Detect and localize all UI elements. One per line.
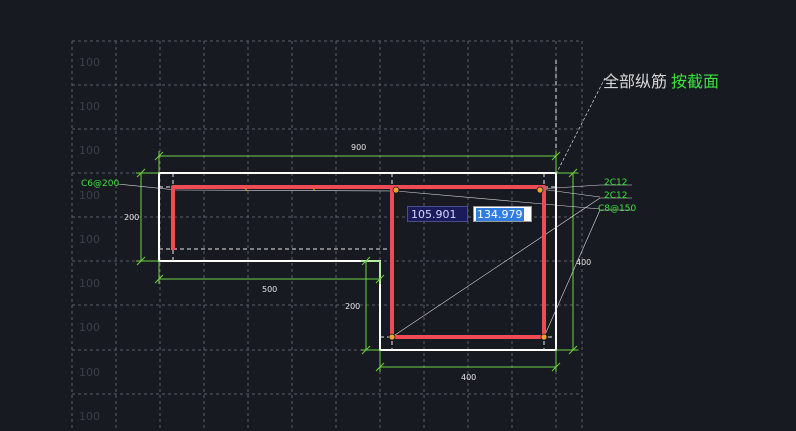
grid-label: 100 bbox=[79, 233, 100, 246]
drawing-canvas[interactable]: 100 100 100 100 100 100 100 100 100 900 … bbox=[0, 0, 796, 431]
background-grid bbox=[71, 40, 583, 431]
label-right-top-1: 2C12 bbox=[604, 178, 627, 188]
prompt-text: 全部纵筋 bbox=[603, 72, 668, 91]
dim-left-height: 200 bbox=[124, 213, 139, 222]
prompt-leader bbox=[555, 77, 606, 175]
grid-label: 100 bbox=[79, 100, 100, 113]
rebar-stirrup-left[interactable] bbox=[171, 185, 392, 250]
grid-label: 100 bbox=[79, 366, 100, 379]
grid-label: 100 bbox=[79, 56, 100, 69]
dim-step-height: 200 bbox=[345, 302, 360, 311]
grid-label: 100 bbox=[79, 321, 100, 334]
dimension-texts: 900 200 500 200 400 400 bbox=[124, 143, 591, 382]
grid-row-labels: 100 100 100 100 100 100 100 100 100 bbox=[79, 56, 100, 423]
command-prompt: 全部纵筋 按截面 bbox=[603, 68, 719, 92]
grid-label: 100 bbox=[79, 144, 100, 157]
label-left-stirrup: C6@200 bbox=[81, 179, 119, 189]
grid-label: 100 bbox=[79, 277, 100, 290]
coordinate-y-input[interactable]: 134.979 bbox=[473, 206, 532, 222]
label-right-stirrup: C8@150 bbox=[598, 204, 636, 214]
dim-bottom-width: 400 bbox=[461, 373, 476, 382]
coordinate-y-selected-text: 134.979 bbox=[476, 208, 524, 221]
prompt-option-by-section[interactable]: 按截面 bbox=[671, 72, 719, 91]
label-right-top-2: 2C12 bbox=[604, 191, 627, 201]
rebar-labels: C6@200 2C12 2C12 C8@150 bbox=[81, 178, 636, 214]
dim-top-width: 900 bbox=[351, 143, 366, 152]
dim-lower-width: 500 bbox=[262, 285, 277, 294]
section-outline[interactable] bbox=[158, 172, 557, 351]
coordinate-x-input[interactable]: 105.901 bbox=[407, 206, 468, 222]
grid-label: 100 bbox=[79, 189, 100, 202]
grid-label: 100 bbox=[79, 410, 100, 423]
